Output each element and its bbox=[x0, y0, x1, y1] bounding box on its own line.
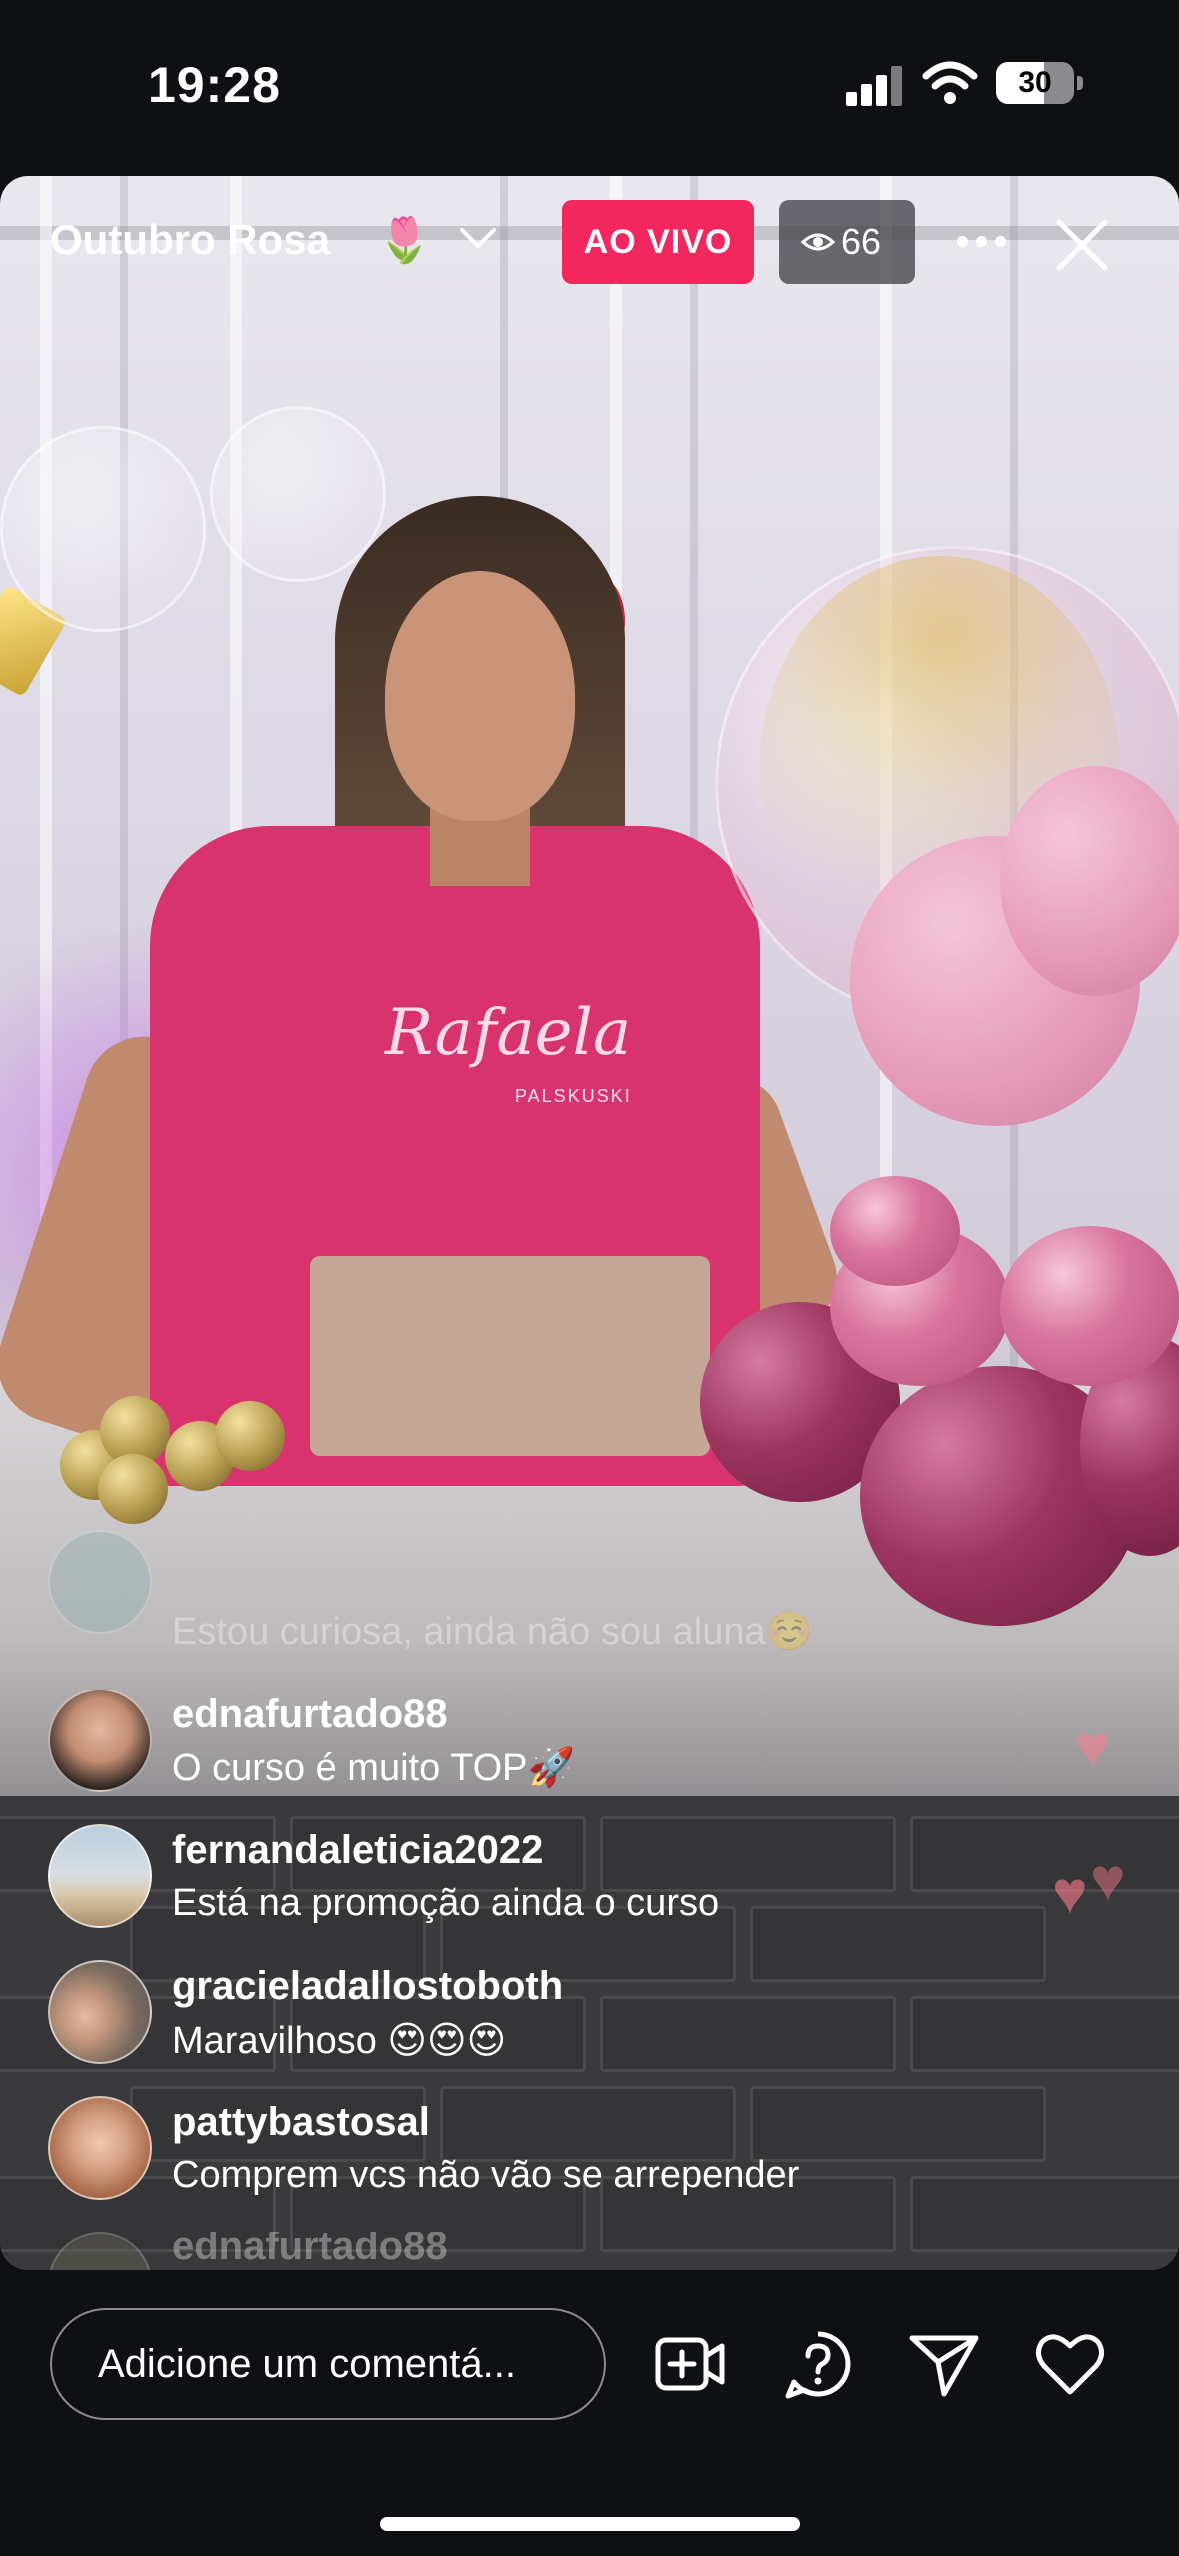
comment-text: Maravilhoso 😍😍😍 bbox=[172, 2020, 507, 2062]
home-indicator[interactable] bbox=[380, 2517, 800, 2531]
viewer-count: 66 bbox=[841, 221, 882, 262]
comment-text: Estou curiosa, ainda não sou aluna☺️ bbox=[172, 1611, 813, 1653]
avatar[interactable] bbox=[48, 2232, 152, 2270]
comment-text: Está na promoção ainda o curso bbox=[172, 1882, 720, 1924]
battery-level: 30 bbox=[1018, 66, 1052, 99]
comments-list[interactable]: Estou curiosa, ainda não sou aluna☺️ edn… bbox=[0, 1530, 1179, 2270]
avatar[interactable] bbox=[48, 1530, 152, 1634]
wifi-icon bbox=[922, 61, 978, 104]
question-icon[interactable] bbox=[780, 2326, 856, 2402]
comment-placeholder: Adicione um comentá... bbox=[98, 2342, 516, 2386]
avatar[interactable] bbox=[48, 1824, 152, 1928]
close-icon[interactable] bbox=[1053, 216, 1111, 274]
avatar[interactable] bbox=[48, 1960, 152, 2064]
shirt-logo-sub: PALSKUSKI bbox=[515, 1086, 632, 1106]
comment: fernandaleticia2022 Está na promoção ain… bbox=[48, 1824, 948, 1944]
presenter-pants bbox=[310, 1256, 710, 1456]
comment: ednafurtado88 O curso é muito TOP🚀 bbox=[48, 1688, 948, 1808]
comment-username[interactable]: fernandaleticia2022 bbox=[172, 1828, 543, 1873]
shirt-logo: Rafaela bbox=[385, 996, 632, 1070]
comment-text: O curso é muito TOP🚀 bbox=[172, 1747, 575, 1789]
send-icon[interactable] bbox=[906, 2326, 982, 2402]
live-title[interactable]: Outubro Rosa bbox=[50, 216, 330, 264]
comment-text: Comprem vcs não vão se arrepender bbox=[172, 2154, 800, 2196]
cellular-signal-icon bbox=[846, 66, 904, 106]
comment-username[interactable]: ednafurtado88 bbox=[172, 2232, 448, 2269]
pink-balloon bbox=[1000, 766, 1179, 996]
gold-balloon bbox=[215, 1401, 285, 1471]
presenter-face bbox=[385, 571, 575, 821]
battery-icon: 30 bbox=[996, 62, 1074, 104]
comment-username[interactable]: pattybastosal bbox=[172, 2100, 430, 2145]
live-badge: AO VIVO bbox=[562, 200, 754, 284]
video-add-icon[interactable] bbox=[652, 2326, 728, 2402]
comment: pattybastosal Comprem vcs não vão se arr… bbox=[48, 2096, 948, 2216]
comment: gracieladallostoboth Maravilhoso 😍😍😍 bbox=[48, 1960, 948, 2080]
viewer-count-badge[interactable]: 66 bbox=[779, 200, 915, 284]
more-options-icon[interactable] bbox=[957, 236, 1007, 248]
comment: ednafurtado88 bbox=[48, 2232, 948, 2270]
pink-balloon bbox=[1000, 1226, 1179, 1386]
pink-balloon bbox=[830, 1176, 960, 1286]
status-time: 19:28 bbox=[148, 57, 281, 113]
comment-username[interactable]: gracieladallostoboth bbox=[172, 1964, 563, 2009]
avatar[interactable] bbox=[48, 2096, 152, 2200]
clear-balloon bbox=[210, 406, 386, 582]
heart-icon[interactable] bbox=[1032, 2326, 1108, 2402]
gold-balloon bbox=[98, 1454, 168, 1524]
status-bar: 19:28 30 bbox=[0, 0, 1179, 170]
avatar[interactable] bbox=[48, 1688, 152, 1792]
comment-username[interactable]: ednafurtado88 bbox=[172, 1692, 448, 1737]
chevron-down-icon[interactable] bbox=[458, 226, 498, 252]
eye-icon bbox=[801, 233, 835, 251]
comment-input[interactable]: Adicione um comentá... bbox=[50, 2308, 606, 2420]
tulip-emoji: 🌷 bbox=[377, 216, 432, 265]
clear-balloon bbox=[0, 426, 206, 632]
